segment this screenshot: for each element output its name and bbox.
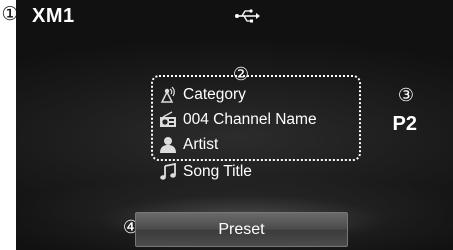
artist-row: Artist (159, 134, 218, 156)
preset-button[interactable]: Preset (135, 212, 348, 247)
artist-text: Artist (183, 136, 219, 153)
song-text: Song Title (183, 163, 252, 180)
channel-text: 004 Channel Name (183, 111, 317, 128)
category-text: Category (183, 86, 246, 103)
category-row: Category (159, 84, 246, 106)
artist-icon (159, 136, 177, 154)
channel-icon (159, 111, 177, 129)
usb-icon (235, 9, 260, 23)
song-icon (159, 163, 177, 181)
category-icon (159, 86, 177, 104)
channel-row: 004 Channel Name (159, 109, 317, 131)
preset-number: P2 (392, 113, 417, 135)
source-label: XM1 (32, 5, 75, 27)
callout-1: ① (1, 2, 19, 25)
song-row: Song Title (159, 161, 252, 183)
preset-button-label: Preset (218, 220, 265, 238)
callout-3: ③ (397, 85, 415, 106)
